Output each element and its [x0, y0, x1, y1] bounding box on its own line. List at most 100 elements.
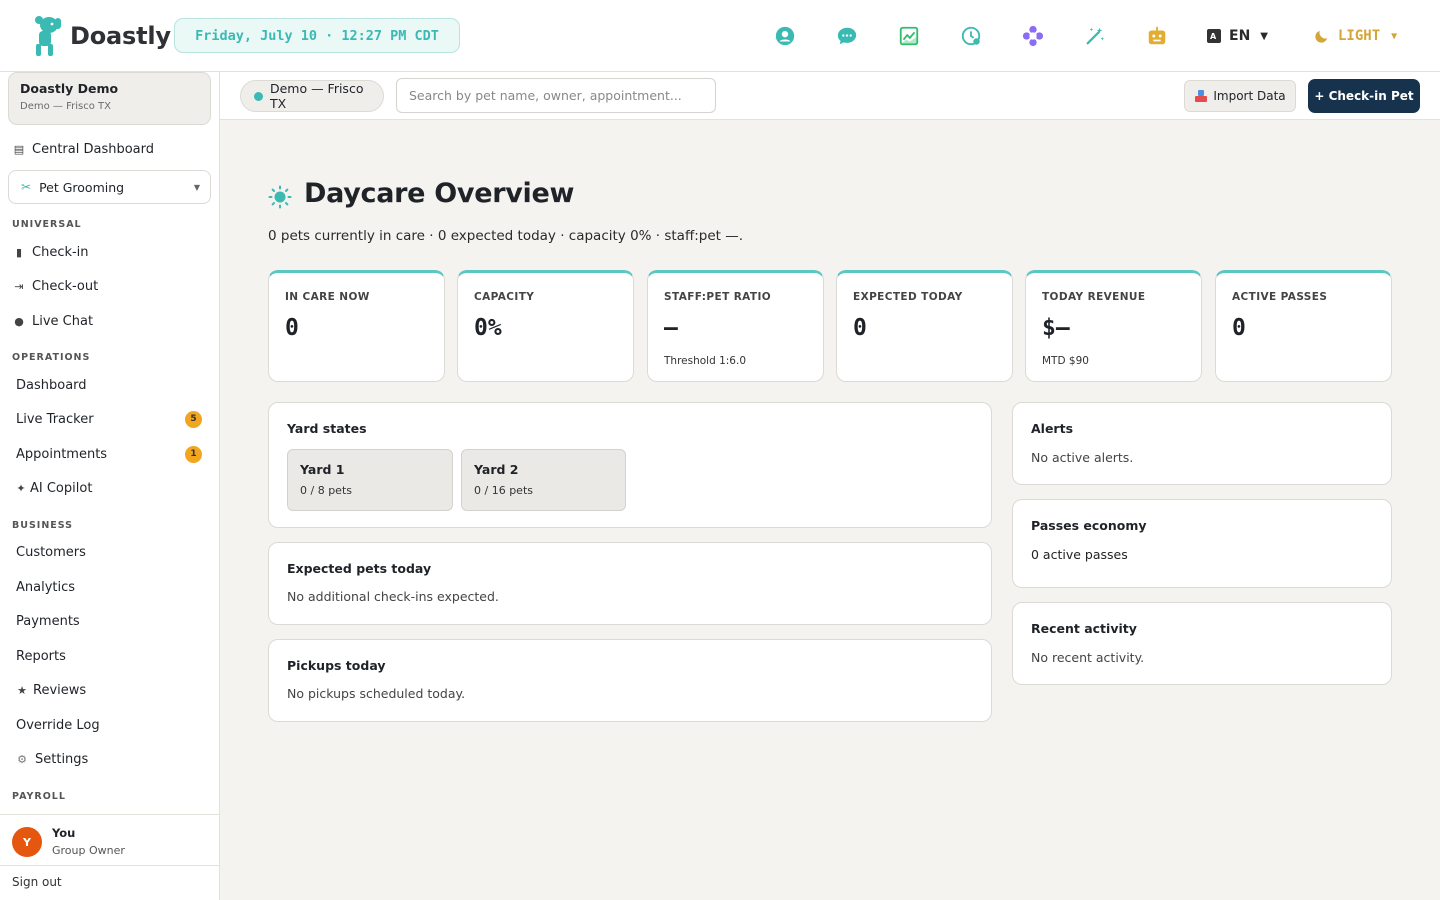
card-body: No pickups scheduled today.	[287, 686, 466, 701]
card-title: Alerts	[1031, 421, 1074, 436]
magic-wand-icon	[1086, 27, 1105, 45]
chevron-down-icon: ▼	[193, 182, 200, 192]
sidebar-item-check-in[interactable]: ▮ Check-in	[12, 238, 208, 266]
sidebar-item-label: Live Tracker	[16, 411, 94, 427]
stat-value: —	[664, 315, 678, 341]
sidebar-item-dashboard[interactable]: Dashboard	[16, 371, 212, 399]
yard-name: Yard 2	[474, 462, 519, 477]
wellness-button[interactable]	[1018, 21, 1048, 51]
language-selector[interactable]: A EN ▼	[1206, 22, 1268, 50]
sidebar-item-reviews[interactable]: ★ Reviews	[16, 676, 212, 704]
location-label: Demo — Frisco TX	[269, 81, 364, 111]
datetime-display: Friday, July 10 · 12:27 PM CDT	[174, 18, 460, 53]
top-bar: Doastly Friday, July 10 · 12:27 PM CDT A…	[0, 0, 1440, 72]
stat-value: 0	[853, 315, 867, 341]
language-label: EN	[1229, 28, 1251, 44]
import-data-button[interactable]: Import Data	[1184, 80, 1296, 112]
analytics-button[interactable]	[894, 21, 924, 51]
page-title: Daycare Overview	[304, 178, 575, 209]
chevron-down-icon: ▼	[1391, 30, 1398, 42]
sidebar-item-label: Settings	[35, 751, 89, 767]
stat-value: 0%	[474, 315, 502, 341]
sidebar-item-label: Appointments	[16, 446, 108, 462]
sidebar-item-check-out[interactable]: ⇥ Check-out	[12, 272, 208, 300]
history-button[interactable]	[956, 21, 986, 51]
stat-footnote: Threshold 1:6.0	[664, 355, 747, 367]
dog-logo-icon	[35, 16, 61, 56]
import-label: Import Data	[1213, 89, 1286, 103]
sidebar-item-label: Central Dashboard	[32, 141, 154, 157]
user-role: Group Owner	[52, 844, 125, 857]
sidebar-item-label: Live Chat	[32, 313, 94, 329]
location-selector[interactable]: Demo — Frisco TX	[240, 80, 384, 112]
import-icon	[1195, 90, 1208, 102]
sidebar-item-live-tracker[interactable]: Live Tracker 5	[16, 405, 212, 433]
sidebar-item-live-chat[interactable]: ● Live Chat	[12, 307, 208, 335]
stat-card-capacity: CAPACITY 0%	[457, 270, 634, 382]
alerts-card: Alerts No active alerts.	[1012, 402, 1392, 485]
recent-activity-card: Recent activity No recent activity.	[1012, 602, 1392, 685]
card-title: Passes economy	[1031, 518, 1147, 533]
sidebar: Doastly Demo Demo — Frisco TX ▤ Central …	[0, 72, 220, 900]
org-name: Doastly Demo	[20, 81, 119, 96]
yard-tile[interactable]: Yard 1 0 / 8 pets	[287, 449, 453, 511]
count-badge: 1	[185, 445, 202, 463]
card-body: 0 active passes	[1031, 547, 1128, 562]
search-input[interactable]	[396, 78, 716, 113]
sidebar-item-label: Override Log	[16, 717, 100, 733]
stat-card-in-care: IN CARE NOW 0	[268, 270, 445, 382]
sub-header: Demo — Frisco TX Import Data + Check-in …	[220, 72, 1440, 120]
section-universal: UNIVERSAL	[12, 219, 82, 230]
check-in-pet-button[interactable]: + Check-in Pet	[1308, 79, 1420, 113]
brand-logo[interactable]: Doastly	[30, 14, 171, 58]
bot-button[interactable]	[1142, 21, 1172, 51]
status-dot-icon	[254, 91, 263, 101]
stat-card-staff-ratio: STAFF:PET RATIO — Threshold 1:6.0	[647, 270, 824, 382]
sidebar-item-override-log[interactable]: Override Log	[16, 711, 212, 739]
yard-name: Yard 1	[300, 462, 345, 477]
sidebar-item-appointments[interactable]: Appointments 1	[16, 440, 212, 468]
passes-economy-card: Passes economy 0 active passes	[1012, 499, 1392, 588]
theme-selector[interactable]: LIGHT ▼	[1313, 22, 1397, 50]
stat-label: STAFF:PET RATIO	[664, 291, 772, 303]
chart-icon	[899, 26, 919, 46]
chat-button[interactable]	[832, 21, 862, 51]
stat-card-passes: ACTIVE PASSES 0	[1215, 270, 1392, 382]
magic-button[interactable]	[1080, 21, 1110, 51]
sidebar-item-label: Customers	[16, 544, 86, 560]
sidebar-item-customers[interactable]: Customers	[16, 538, 212, 566]
stat-value: 0	[1232, 315, 1246, 341]
robot-icon	[1148, 26, 1166, 45]
pickups-card: Pickups today No pickups scheduled today…	[268, 639, 992, 722]
section-business: BUSINESS	[12, 520, 74, 531]
sidebar-item-central-dashboard[interactable]: ▤ Central Dashboard	[12, 135, 208, 163]
page-subtitle: 0 pets currently in care · 0 expected to…	[268, 228, 744, 244]
sidebar-item-analytics[interactable]: Analytics	[16, 573, 212, 601]
section-operations: OPERATIONS	[12, 352, 91, 363]
chat-bubble-icon: ●	[14, 314, 24, 328]
stat-label: ACTIVE PASSES	[1232, 291, 1328, 303]
card-title: Pickups today	[287, 658, 386, 673]
yard-count: 0 / 16 pets	[474, 484, 533, 497]
sidebar-item-payments[interactable]: Payments	[16, 607, 212, 635]
support-button[interactable]	[770, 21, 800, 51]
chevron-down-icon: ▼	[1260, 30, 1268, 42]
clipboard-icon: ▮	[15, 245, 23, 259]
yard-states-card: Yard states Yard 1 0 / 8 pets Yard 2 0 /…	[268, 402, 992, 528]
stat-label: IN CARE NOW	[285, 291, 370, 303]
yard-tile[interactable]: Yard 2 0 / 16 pets	[461, 449, 626, 511]
sidebar-item-ai-copilot[interactable]: ✦ AI Copilot	[16, 474, 212, 502]
signout-area: Sign out	[0, 865, 219, 900]
scissors-icon: ✂	[21, 180, 32, 194]
sign-out-link[interactable]: Sign out	[12, 875, 62, 889]
sidebar-item-settings[interactable]: ⚙ Settings	[16, 745, 212, 773]
yard-count: 0 / 8 pets	[300, 484, 352, 497]
user-profile[interactable]: Y You Group Owner	[0, 814, 219, 865]
org-switcher[interactable]: Doastly Demo Demo — Frisco TX	[8, 72, 211, 125]
avatar: Y	[12, 827, 42, 857]
sidebar-item-reports[interactable]: Reports	[16, 642, 212, 670]
module-selector[interactable]: ✂ Pet Grooming ▼	[8, 170, 211, 204]
moon-icon	[1315, 30, 1328, 43]
expected-pets-card: Expected pets today No additional check-…	[268, 542, 992, 625]
count-badge: 5	[185, 410, 202, 428]
